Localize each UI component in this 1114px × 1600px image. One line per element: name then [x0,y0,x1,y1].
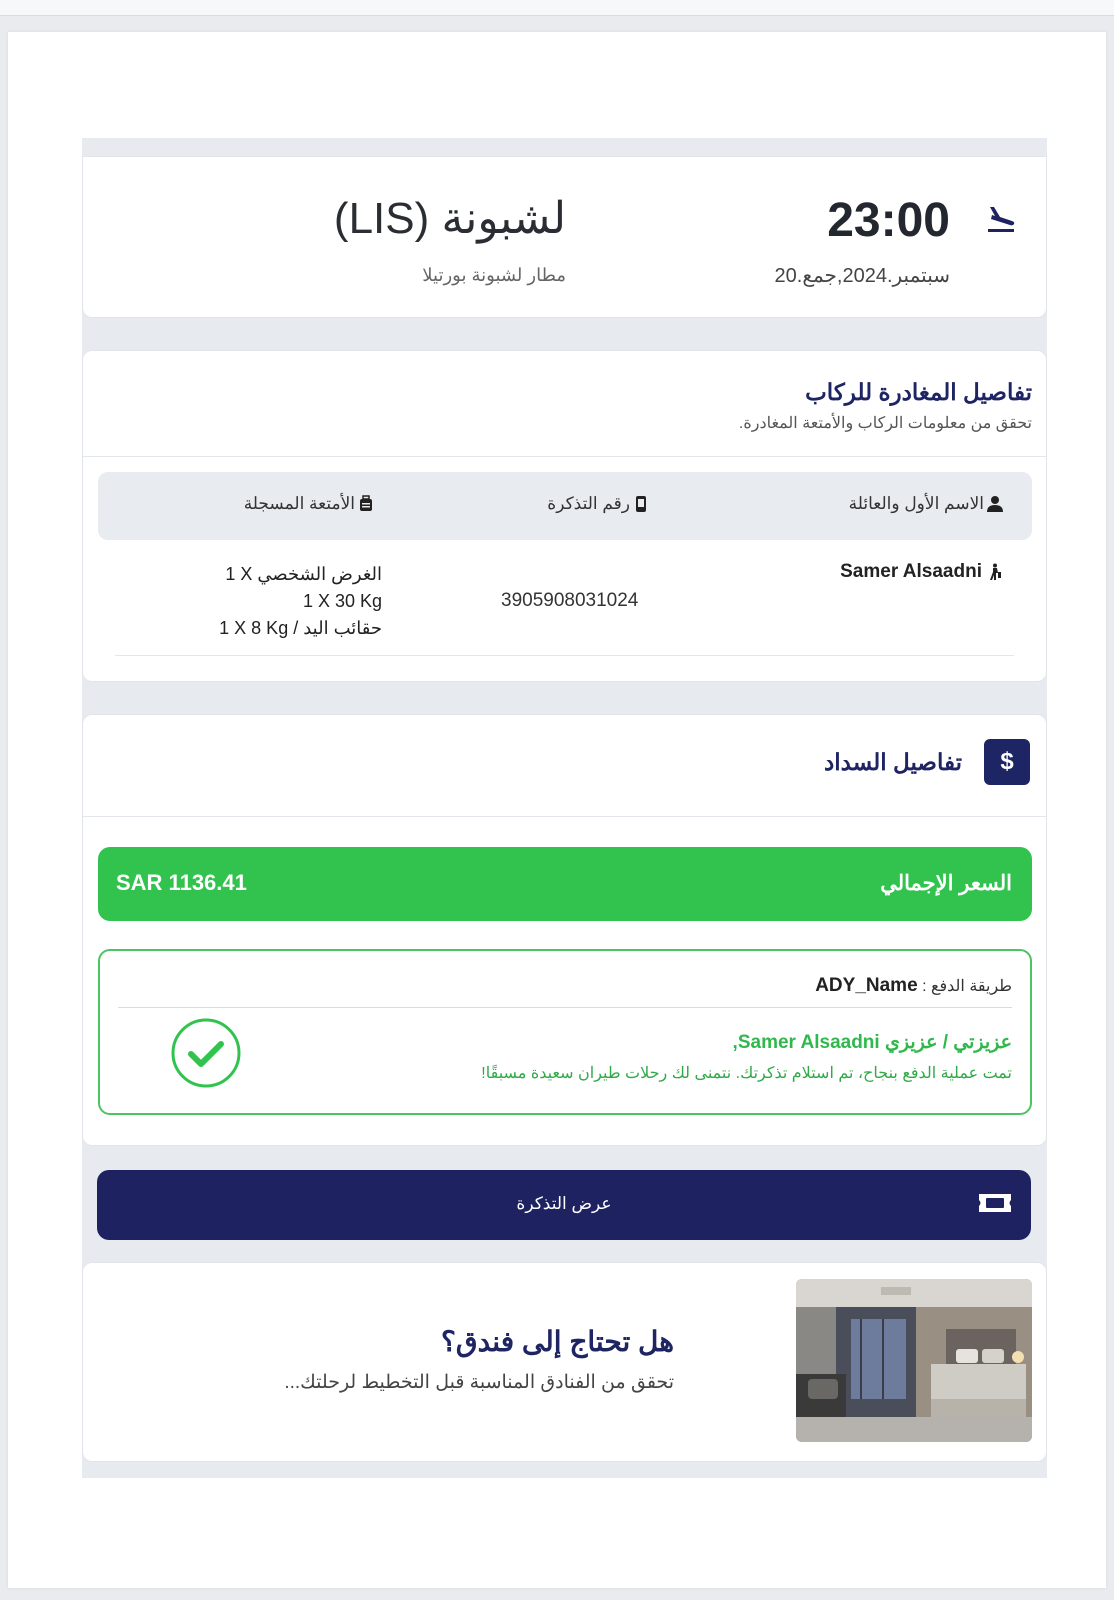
booking-content: 23:00 20.سبتمبر.2024,جمع لشبونة (LIS) مط… [82,138,1047,1478]
divider [115,655,1014,656]
payment-details-card: $ تفاصيل السداد السعر الإجمالي SAR 1136.… [82,714,1047,1146]
column-header-ticket: رقم التذكرة [547,494,650,514]
passenger-section-subtitle: تحقق من معلومات الركاب والأمتعة المغادرة… [738,415,1032,432]
payment-confirmation-box: طريقة الدفع : ADY_Name عزيزتي / عزيزي Sa… [98,949,1032,1115]
passenger-name-text: Samer Alsaadni [840,561,982,582]
ticket-number: 3905908031024 [501,590,639,611]
hotel-promo-subtitle: تحقق من الفنادق المناسبة قبل التخطيط لرح… [284,1372,674,1393]
column-header-name: الاسم الأول والعائلة [849,494,1004,514]
arrival-airport: مطار لشبونة بورتيلا [422,265,566,285]
view-ticket-button[interactable]: عرض التذكرة [97,1170,1031,1240]
arrival-city: لشبونة (LIS) [333,194,566,243]
column-header-ticket-label: رقم التذكرة [547,494,630,513]
payment-method-label: طريقة الدفع : [922,978,1012,995]
divider [118,1007,1012,1008]
arrival-date: 20.سبتمبر.2024,جمع [774,265,950,287]
total-price-value: SAR 1136.41 [116,870,247,895]
top-strip [0,0,1114,16]
divider [83,816,1046,817]
page-sheet: 23:00 20.سبتمبر.2024,جمع لشبونة (LIS) مط… [8,32,1106,1588]
dollar-icon: $ [984,739,1030,785]
check-circle-icon [171,1018,241,1088]
baggage-list: 1 X الغرض الشخصي 1 X 30 Kg 1 X 8 Kg / حق… [219,561,382,642]
plane-landing-icon [988,207,1015,232]
hotel-room-image [796,1279,1032,1442]
column-header-baggage: الأمتعة المسجلة [244,494,375,514]
baggage-line: 1 X 30 Kg [302,591,382,611]
hotel-promo-card[interactable]: هل تحتاج إلى فندق؟ تحقق من الفنادق المنا… [82,1262,1047,1462]
divider [83,456,1046,457]
passenger-details-card: تفاصيل المغادرة للركاب تحقق من معلومات ا… [82,350,1047,682]
payment-section-title: تفاصيل السداد [824,749,962,775]
passenger-section-title: تفاصيل المغادرة للركاب [805,379,1032,405]
baggage-line: 1 X الغرض الشخصي [225,564,382,584]
column-header-name-label: الاسم الأول والعائلة [848,494,984,513]
arrival-card: 23:00 20.سبتمبر.2024,جمع لشبونة (LIS) مط… [82,156,1047,318]
walking-passenger-icon [990,563,1001,580]
column-header-baggage-label: الأمتعة المسجلة [243,494,355,513]
payment-method: طريقة الدفع : ADY_Name [815,975,1012,997]
arrival-time: 23:00 [827,194,950,247]
total-price-bar: السعر الإجمالي SAR 1136.41 [98,847,1032,921]
hotel-promo-title: هل تحتاج إلى فندق؟ [441,1326,674,1357]
ticket-stub-icon [636,496,646,512]
passenger-table-header: الاسم الأول والعائلة رقم التذكرة الأمتعة… [98,472,1032,540]
user-icon [987,496,1003,512]
greeting-text: عزيزتي / عزيزي Samer Alsaadni, [732,1032,1012,1053]
baggage-line: 1 X 8 Kg / حقائب اليد [219,618,382,638]
payment-method-value: ADY_Name [815,975,918,996]
view-ticket-label: عرض التذكرة [516,1194,612,1213]
suitcase-icon [360,495,372,511]
total-price-label: السعر الإجمالي [880,872,1012,895]
payment-success-message: تمت عملية الدفع بنجاح، تم استلام تذكرتك.… [481,1065,1012,1082]
passenger-name: Samer Alsaadni [840,561,1002,583]
